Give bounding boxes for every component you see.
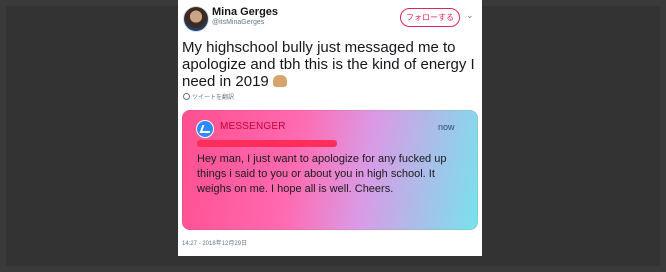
tweet-timestamp[interactable]: 14:27 - 2018年12月29日 [182, 238, 247, 247]
emoji-raised-hands-icon [272, 75, 287, 87]
follow-button[interactable]: フォローする [400, 8, 460, 27]
notification-card: MESSENGER now Hey man, I just want to ap… [182, 110, 478, 230]
notification-app-name: MESSENGER [220, 121, 286, 132]
tweet-card: Mina Gerges @itsMinaGerges フォローする ⌄ My h… [178, 0, 482, 256]
globe-icon [183, 93, 190, 100]
notification-message: Hey man, I just want to apologize for an… [197, 153, 447, 195]
avatar[interactable] [183, 6, 209, 32]
tweet-text: My highschool bully just messaged me to … [182, 39, 480, 90]
author-handle[interactable]: @itsMinaGerges [212, 19, 264, 26]
tweet-text-content: My highschool bully just messaged me to … [182, 39, 475, 90]
translate-label[interactable]: ツイートを翻訳 [192, 95, 234, 101]
notification-time: now [438, 122, 455, 132]
translate-link[interactable]: ツイートを翻訳 [183, 92, 234, 101]
chevron-down-icon[interactable]: ⌄ [466, 10, 474, 21]
author-name[interactable]: Mina Gerges [212, 6, 278, 18]
messenger-icon [196, 120, 214, 138]
redacted-sender [197, 140, 337, 147]
